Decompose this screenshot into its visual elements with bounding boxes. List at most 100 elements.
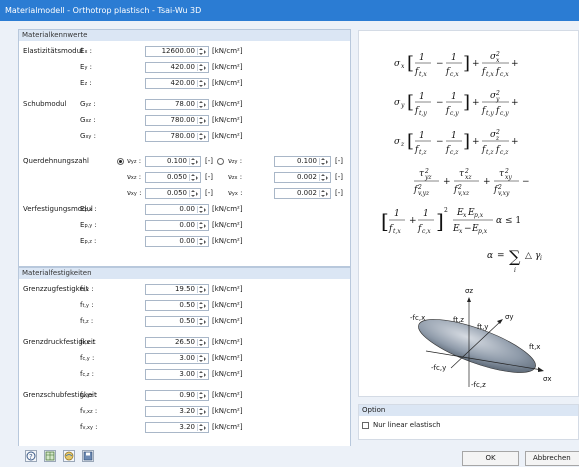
label-fc-y: -fc,y: [431, 364, 446, 372]
linear-elastic-checkbox[interactable]: [362, 422, 369, 429]
input-nu-xy-arrow-icon[interactable]: [195, 190, 200, 197]
label-ft-z: ft,z: [453, 316, 464, 324]
input-f-vyz[interactable]: 0.90: [145, 390, 209, 401]
input-f-cz[interactable]: 3.00: [145, 369, 209, 380]
symbol-f-cy-sub: c,y: [82, 356, 90, 362]
ok-button[interactable]: OK: [462, 451, 519, 466]
input-e-y[interactable]: 420.00: [145, 62, 209, 73]
input-nu-xy[interactable]: 0.050: [145, 188, 201, 199]
input-ep-pz[interactable]: 0.00: [145, 236, 209, 247]
label-schubmodul: Schubmodul: [23, 100, 67, 108]
input-g-yz-arrow-icon[interactable]: [203, 101, 208, 108]
input-e-z-value: 420.00: [170, 79, 196, 87]
input-nu-zx-arrow-icon[interactable]: [325, 174, 330, 181]
input-f-vxy[interactable]: 3.20: [145, 422, 209, 433]
window-title: Materialmodell - Orthotrop plastisch - T…: [0, 0, 579, 21]
radio-nu-zy[interactable]: [217, 158, 224, 165]
input-nu-yz-arrow-icon[interactable]: [195, 158, 200, 165]
input-g-xz-arrow-icon[interactable]: [203, 117, 208, 124]
input-e-z[interactable]: 420.00: [145, 78, 209, 89]
input-f-cx-arrow-icon[interactable]: [203, 339, 208, 346]
input-ep-py-arrow-icon[interactable]: [203, 222, 208, 229]
input-g-xy-arrow-icon[interactable]: [203, 133, 208, 140]
symbol-f-tx-colon: :: [88, 285, 94, 293]
input-f-tx[interactable]: 19.50: [145, 284, 209, 295]
input-nu-zx[interactable]: 0.002: [274, 172, 331, 183]
svg-text:z: z: [400, 141, 405, 148]
svg-text:=: =: [497, 251, 505, 261]
input-f-tx-arrow-icon[interactable]: [203, 286, 208, 293]
help-icon[interactable]: ?: [25, 450, 37, 462]
table-icon[interactable]: [44, 450, 56, 462]
linear-elastic-label[interactable]: Nur linear elastisch: [373, 420, 441, 431]
input-f-ty-arrow-icon[interactable]: [203, 302, 208, 309]
input-e-x-arrow-icon[interactable]: [203, 48, 208, 55]
radio-nu-yz[interactable]: [117, 158, 124, 165]
input-nu-zy-arrow-icon[interactable]: [325, 158, 330, 165]
svg-text:−: −: [522, 177, 530, 187]
input-g-xy[interactable]: 780.00: [145, 131, 209, 142]
input-ep-py[interactable]: 0.00: [145, 220, 209, 231]
unit-g-xy: [kN/cm²]: [212, 132, 243, 140]
svg-text:α: α: [487, 251, 493, 261]
input-f-cy[interactable]: 3.00: [145, 353, 209, 364]
input-g-yz[interactable]: 78.00: [145, 99, 209, 110]
svg-text:c,y: c,y: [450, 110, 459, 117]
input-e-x-value: 12600.00: [161, 47, 195, 55]
input-nu-yz[interactable]: 0.100: [145, 156, 201, 167]
svg-text:c,x: c,x: [450, 71, 459, 78]
globe-icon[interactable]: [63, 450, 75, 462]
input-e-x[interactable]: 12600.00: [145, 46, 209, 57]
input-nu-zy[interactable]: 0.100: [274, 156, 331, 167]
input-f-vxz-arrow-icon[interactable]: [203, 408, 208, 415]
input-f-vxy-arrow-icon[interactable]: [203, 424, 208, 431]
unit-f-cy: [kN/cm²]: [212, 354, 243, 362]
input-f-vyz-arrow-icon[interactable]: [203, 392, 208, 399]
svg-text:y: y: [400, 102, 405, 109]
input-e-y-arrow-icon[interactable]: [203, 64, 208, 71]
label-ft-x: ft,x: [529, 343, 540, 351]
svg-text:t,x: t,x: [486, 71, 494, 78]
input-f-vxz[interactable]: 3.20: [145, 406, 209, 417]
symbol-f-vxy-sub: v,xy: [82, 425, 93, 431]
symbol-nu-xy-colon: :: [136, 189, 142, 197]
label-elastizitaetsmodul: Elastizitätsmodul: [23, 47, 83, 55]
svg-text:[: [: [381, 209, 389, 233]
symbol-ep-py: Ep,y :: [80, 220, 97, 232]
input-ep-px[interactable]: 0.00: [145, 204, 209, 215]
input-f-ty-value: 0.50: [179, 301, 195, 309]
cancel-button[interactable]: Abbrechen: [525, 451, 579, 466]
input-nu-yx-arrow-icon[interactable]: [325, 190, 330, 197]
input-f-cz-arrow-icon[interactable]: [203, 371, 208, 378]
save-icon[interactable]: [82, 450, 94, 462]
symbol-nu-xz: νxz :: [127, 172, 141, 184]
input-ep-px-arrow-icon[interactable]: [203, 206, 208, 213]
input-f-cx-value: 26.50: [174, 338, 195, 346]
input-f-vxy-value: 3.20: [179, 423, 195, 431]
input-f-tz[interactable]: 0.50: [145, 316, 209, 327]
symbol-e-z-colon: :: [87, 79, 92, 87]
svg-text:+: +: [511, 59, 519, 69]
input-nu-xz-arrow-icon[interactable]: [195, 174, 200, 181]
svg-text:i: i: [514, 267, 516, 274]
input-ep-pz-arrow-icon[interactable]: [203, 238, 208, 245]
input-f-ty[interactable]: 0.50: [145, 300, 209, 311]
symbol-f-tz-colon: :: [88, 317, 94, 325]
input-nu-yx[interactable]: 0.002: [274, 188, 331, 199]
input-f-cy-arrow-icon[interactable]: [203, 355, 208, 362]
symbol-g-xy-colon: :: [91, 132, 96, 140]
input-e-z-arrow-icon[interactable]: [203, 80, 208, 87]
unit-nu-yz: [-]: [205, 157, 213, 165]
bottom-bar: ? OK Abbrechen: [0, 446, 579, 467]
unit-f-cz: [kN/cm²]: [212, 370, 243, 378]
input-f-tz-arrow-icon[interactable]: [203, 318, 208, 325]
svg-text:−: −: [436, 98, 444, 108]
unit-nu-yx: [-]: [335, 189, 343, 197]
input-g-xz[interactable]: 780.00: [145, 115, 209, 126]
input-nu-yz-value: 0.100: [166, 157, 187, 165]
unit-e-y: [kN/cm²]: [212, 63, 243, 71]
input-f-cx[interactable]: 26.50: [145, 337, 209, 348]
input-nu-xz[interactable]: 0.050: [145, 172, 201, 183]
svg-text:1: 1: [451, 131, 457, 141]
svg-text:+: +: [472, 98, 480, 108]
